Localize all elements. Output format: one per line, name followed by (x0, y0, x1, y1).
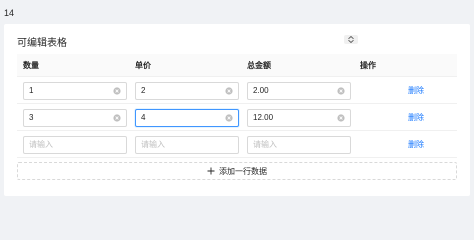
quantity-value: 1 (29, 86, 34, 95)
add-row-button[interactable]: 添加一行数据 (17, 162, 457, 180)
page-number: 14 (4, 8, 15, 18)
clear-icon[interactable] (225, 87, 233, 95)
total-input[interactable]: 请输入 (247, 136, 351, 154)
collapse-icon (348, 36, 354, 43)
quantity-input[interactable]: 请输入 (23, 136, 127, 154)
plus-icon (207, 167, 215, 175)
total-value: 12.00 (253, 113, 274, 122)
table-row: 1 2 2.00 删除 (17, 77, 457, 104)
total-value: 2.00 (253, 86, 269, 95)
quantity-placeholder: 请输入 (29, 140, 53, 149)
clear-icon[interactable] (337, 114, 345, 122)
quantity-input[interactable]: 3 (23, 109, 127, 127)
clear-icon[interactable] (113, 114, 121, 122)
clear-icon[interactable] (225, 114, 233, 122)
price-input[interactable]: 4 (135, 109, 239, 127)
table-row: 请输入 请输入 请输入 删除 (17, 131, 457, 158)
delete-link[interactable]: 删除 (408, 82, 424, 100)
editable-table-card: 可编辑表格 数量 单价 总金额 操作 1 2 2.00 删除 3 4 12.00… (4, 24, 470, 196)
delete-link[interactable]: 删除 (408, 136, 424, 154)
collapse-button[interactable] (344, 35, 358, 44)
add-row-label: 添加一行数据 (219, 166, 267, 176)
table-header: 数量 单价 总金额 操作 (17, 54, 457, 77)
price-value: 4 (141, 113, 146, 122)
price-placeholder: 请输入 (141, 140, 165, 149)
column-header-total: 总金额 (247, 61, 271, 70)
clear-icon[interactable] (337, 87, 345, 95)
total-placeholder: 请输入 (253, 140, 277, 149)
price-value: 2 (141, 86, 146, 95)
price-input[interactable]: 2 (135, 82, 239, 100)
table-row: 3 4 12.00 删除 (17, 104, 457, 131)
delete-link[interactable]: 删除 (408, 109, 424, 127)
column-header-quantity: 数量 (23, 61, 39, 70)
card-title: 可编辑表格 (17, 38, 67, 49)
column-header-price: 单价 (135, 61, 151, 70)
quantity-input[interactable]: 1 (23, 82, 127, 100)
total-input[interactable]: 2.00 (247, 82, 351, 100)
quantity-value: 3 (29, 113, 34, 122)
clear-icon[interactable] (113, 87, 121, 95)
price-input[interactable]: 请输入 (135, 136, 239, 154)
total-input[interactable]: 12.00 (247, 109, 351, 127)
column-header-actions: 操作 (360, 61, 376, 70)
